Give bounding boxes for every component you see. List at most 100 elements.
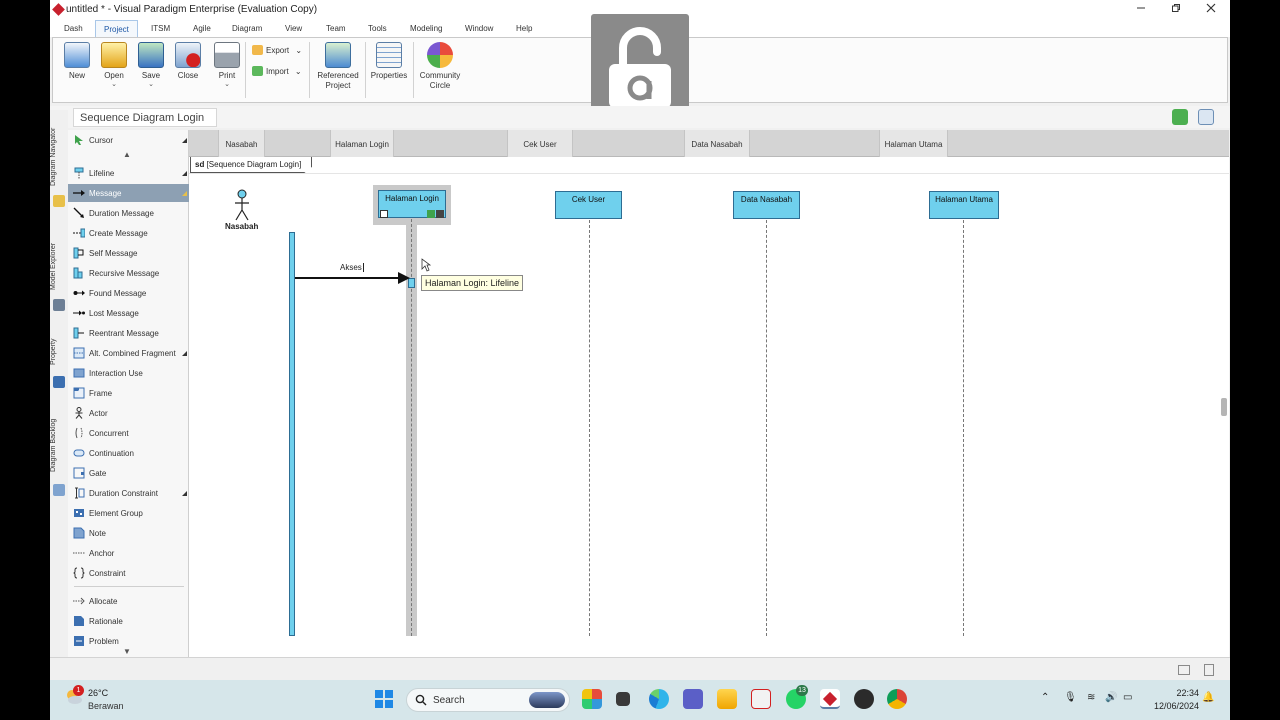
save-button[interactable]: Save ⌄ xyxy=(137,42,165,89)
palette-allocate[interactable]: Allocate xyxy=(68,592,189,610)
chevron-down-icon[interactable]: ⌄ xyxy=(137,81,165,89)
palette-duration-constraint[interactable]: Duration Constraint xyxy=(68,484,189,502)
lane-header-cek-user[interactable]: Cek User xyxy=(507,130,573,157)
chevron-up-icon[interactable]: ⌃ xyxy=(1041,692,1049,703)
tab-diagram-backlog[interactable]: Diagram Backlog xyxy=(50,410,68,480)
menu-diagram[interactable]: Diagram xyxy=(232,24,262,33)
palette-reentrant-message[interactable]: Reentrant Message xyxy=(68,324,189,342)
file-explorer-icon[interactable] xyxy=(717,689,737,709)
taskbar-search[interactable]: Search xyxy=(406,688,570,712)
lifeline-data-nasabah[interactable]: Data Nasabah xyxy=(733,191,800,219)
edge-browser-icon[interactable] xyxy=(649,689,669,709)
obs-studio-icon[interactable] xyxy=(854,689,874,709)
palette-frame[interactable]: Frame xyxy=(68,384,189,402)
referenced-project-button[interactable]: Referenced Project xyxy=(315,42,361,91)
menu-agile[interactable]: Agile xyxy=(193,24,211,33)
message-label[interactable]: Akses xyxy=(340,263,364,272)
menu-itsm[interactable]: ITSM xyxy=(151,24,170,33)
menu-dash[interactable]: Dash xyxy=(64,24,83,33)
palette-anchor[interactable]: Anchor xyxy=(68,544,189,562)
palette-lifeline[interactable]: Lifeline xyxy=(68,164,189,182)
document-edit-icon[interactable] xyxy=(1204,664,1214,676)
expand-triangle-icon[interactable] xyxy=(182,138,187,143)
palette-element-group[interactable]: Element Group xyxy=(68,504,189,522)
lifeline-cek-user[interactable]: Cek User xyxy=(555,191,622,219)
snipping-tool-icon[interactable] xyxy=(751,689,771,709)
copilot-app-icon[interactable] xyxy=(582,689,602,709)
export-button[interactable]: Export ⌄ xyxy=(252,45,302,55)
community-circle-button[interactable]: Community Circle xyxy=(417,42,463,91)
visual-paradigm-taskbar-icon[interactable] xyxy=(820,689,840,709)
restore-button[interactable] xyxy=(1169,3,1183,17)
wifi-icon[interactable]: ≋ xyxy=(1087,692,1095,703)
expand-triangle-icon[interactable] xyxy=(182,171,187,176)
palette-actor[interactable]: Actor xyxy=(68,404,189,422)
palette-lost-message[interactable]: Lost Message xyxy=(68,304,189,322)
palette-constraint[interactable]: Constraint xyxy=(68,564,189,582)
palette-continuation[interactable]: Continuation xyxy=(68,444,189,462)
scroll-up-icon[interactable]: ▲ xyxy=(123,150,131,159)
menu-help[interactable]: Help xyxy=(516,24,532,33)
palette-found-message[interactable]: Found Message xyxy=(68,284,189,302)
menu-modeling[interactable]: Modeling xyxy=(410,24,442,33)
tab-diagram-navigator[interactable]: Diagram Navigator xyxy=(50,120,68,194)
activation-bar-nasabah[interactable] xyxy=(289,232,295,636)
lane-header-halaman-login[interactable]: Halaman Login xyxy=(330,130,394,157)
clock-date[interactable]: 12/06/2024 xyxy=(1149,701,1199,711)
palette-create-message[interactable]: Create Message xyxy=(68,224,189,242)
resource-catalog-icon[interactable] xyxy=(427,210,435,218)
palette-message[interactable]: Message xyxy=(68,184,189,202)
menu-window[interactable]: Window xyxy=(465,24,493,33)
lane-header-halaman-utama[interactable]: Halaman Utama xyxy=(879,130,948,157)
menu-project[interactable]: Project xyxy=(95,20,138,38)
lifeline-halaman-utama[interactable]: Halaman Utama xyxy=(929,191,999,219)
expand-triangle-icon[interactable] xyxy=(182,351,187,356)
teams-app-icon[interactable] xyxy=(683,689,703,709)
clock-time[interactable]: 22:34 xyxy=(1149,688,1199,698)
chrome-browser-icon[interactable] xyxy=(887,689,907,709)
palette-gate[interactable]: Gate xyxy=(68,464,189,482)
menu-tools[interactable]: Tools xyxy=(368,24,387,33)
palette-recursive-message[interactable]: Recursive Message xyxy=(68,264,189,282)
palette-self-message[interactable]: Self Message xyxy=(68,244,189,262)
print-button[interactable]: Print ⌄ xyxy=(214,42,240,89)
tab-property[interactable]: Property xyxy=(50,332,68,372)
palette-interaction-use[interactable]: Interaction Use xyxy=(68,364,189,382)
edit-pencil-icon[interactable] xyxy=(380,210,388,218)
scroll-down-icon[interactable]: ▼ xyxy=(123,647,131,656)
close-project-button[interactable]: Close xyxy=(174,42,202,81)
import-button[interactable]: Import ⌄ xyxy=(252,66,302,76)
palette-duration-message[interactable]: Duration Message xyxy=(68,204,189,222)
microphone-icon[interactable]: 🎙 xyxy=(1064,692,1077,703)
palette-rationale[interactable]: Rationale xyxy=(68,612,189,630)
chevron-down-icon[interactable]: ⌄ xyxy=(99,81,129,89)
close-window-button[interactable] xyxy=(1204,3,1218,17)
menu-team[interactable]: Team xyxy=(326,24,346,33)
weather-temperature[interactable]: 26°C xyxy=(88,688,108,698)
new-button[interactable]: New xyxy=(63,42,91,81)
mail-icon[interactable] xyxy=(1178,665,1190,675)
expand-triangle-icon[interactable] xyxy=(182,191,187,196)
message-line[interactable] xyxy=(295,277,399,279)
menu-view[interactable]: View xyxy=(285,24,302,33)
resize-handle-icon[interactable] xyxy=(436,210,444,218)
palette-cursor[interactable]: Cursor xyxy=(68,131,189,149)
actor-label-nasabah[interactable]: Nasabah xyxy=(225,222,258,231)
lane-header-data-nasabah[interactable]: Data Nasabah xyxy=(684,130,750,157)
tab-model-explorer[interactable]: Model Explorer xyxy=(50,234,68,298)
palette-concurrent[interactable]: Concurrent xyxy=(68,424,189,442)
volume-icon[interactable]: 🔊 xyxy=(1105,692,1117,703)
megaphone-icon[interactable] xyxy=(1172,109,1188,125)
properties-button[interactable]: Properties xyxy=(369,42,409,81)
canvas-scrollbar-thumb[interactable] xyxy=(1221,398,1227,416)
layout-toggle-icon[interactable] xyxy=(1198,109,1214,125)
task-view-icon[interactable] xyxy=(616,692,630,706)
open-button[interactable]: Open ⌄ xyxy=(99,42,129,89)
chevron-down-icon[interactable]: ⌄ xyxy=(214,81,240,89)
weather-condition[interactable]: Berawan xyxy=(88,701,124,711)
palette-note[interactable]: Note xyxy=(68,524,189,542)
sequence-frame-label[interactable]: sd [Sequence Diagram Login] xyxy=(190,157,312,173)
diagram-canvas[interactable]: Nasabah Halaman Login Cek User Data Nasa… xyxy=(189,130,1229,657)
lane-header-nasabah[interactable]: Nasabah xyxy=(218,130,265,157)
actor-figure-icon[interactable] xyxy=(233,189,251,222)
